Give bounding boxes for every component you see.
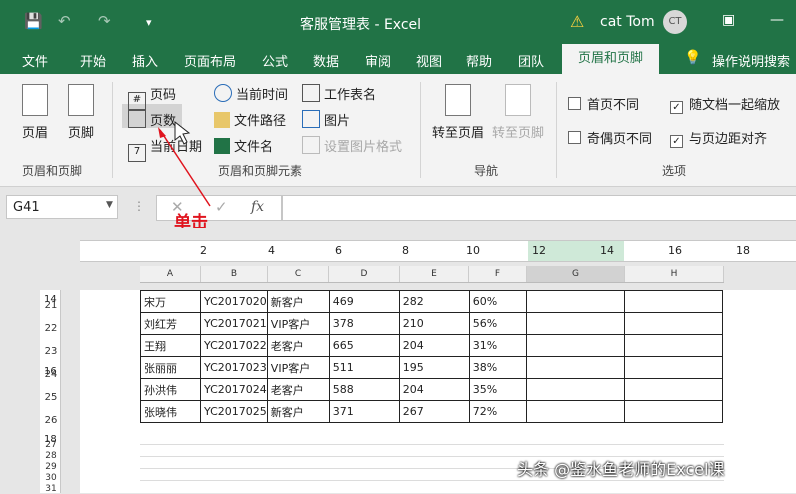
annotation-arrow-icon [158, 120, 211, 207]
watermark: 头条 @鉴水鱼老师的Excel课 [517, 460, 725, 479]
